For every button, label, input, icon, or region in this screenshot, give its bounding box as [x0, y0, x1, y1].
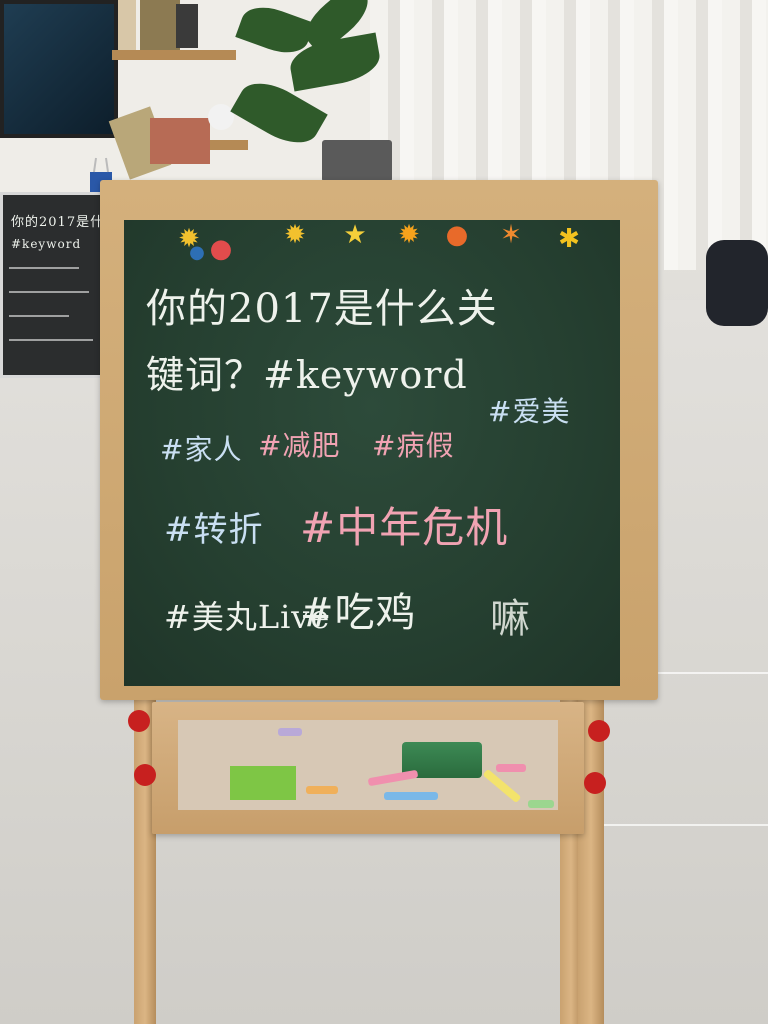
sun-magnet-icon: ✹: [284, 220, 306, 250]
fish-magnet-icon: ●: [189, 242, 205, 263]
chalk-stick: [496, 764, 526, 772]
stool: [706, 240, 768, 326]
tag-zhuanzhe: #转折: [164, 510, 264, 550]
side-board-scribble: [9, 291, 89, 293]
tag-zhongnian: #中年危机: [300, 503, 509, 552]
globe: [208, 104, 234, 130]
plant-pot: [322, 140, 392, 182]
tag-jianfei: #减肥: [258, 429, 341, 462]
chalk-doodle: 嘛: [490, 596, 531, 642]
palm-tree-magnet-icon: ✱: [558, 224, 580, 254]
book: [118, 0, 136, 50]
picture-frame: [140, 0, 180, 50]
wall-tv: [0, 0, 118, 138]
books: [150, 118, 210, 164]
picture-frame: [176, 4, 198, 48]
chalk-stick: [384, 792, 438, 800]
chalkboard: ✹ ● ● ✹ ★ ✹ ● ✶ ✱ 你的2017是什么关 键词？#keyword…: [124, 220, 620, 686]
chalk-box: [230, 766, 296, 800]
star-magnet-icon: ★: [343, 220, 367, 250]
board-question-line2: 键词？#keyword: [146, 353, 468, 397]
side-board-scribble: [9, 267, 79, 269]
chalk-tray: [152, 702, 584, 834]
side-board-scribble: [9, 315, 69, 317]
tag-chiji: #吃鸡: [300, 590, 417, 636]
side-chalkboard: 你的2017是什么关 #keyword: [0, 192, 131, 378]
floor-reflection: [600, 824, 768, 826]
red-clamp: [584, 772, 606, 794]
photo-scene: 你的2017是什么关 #keyword ✹ ● ● ✹ ★ ✹ ● ✶ ✱ 你的…: [0, 0, 768, 1024]
orange-ball-magnet-icon: ●: [445, 220, 469, 250]
tag-jiaren: #家人: [160, 433, 243, 466]
red-clamp: [128, 710, 150, 732]
tag-aimei: #爱美: [488, 395, 571, 428]
chalk-stick: [482, 768, 522, 804]
sun-magnet-icon: ✹: [398, 220, 420, 250]
starfish-magnet-icon: ✶: [500, 220, 522, 250]
tray-inside: [178, 720, 558, 810]
chalk-stick: [306, 786, 338, 794]
chalk-stick: [278, 728, 302, 736]
chalk-stick: [367, 769, 419, 787]
side-board-line2: #keyword: [11, 237, 82, 251]
tag-bingjia: #病假: [372, 429, 455, 462]
board-question-line1: 你的2017是什么关: [146, 286, 498, 332]
red-clamp: [134, 764, 156, 786]
chalk-stick: [528, 800, 554, 808]
wall-shelf: [112, 50, 236, 60]
red-clamp: [588, 720, 610, 742]
easel-frame: ✹ ● ● ✹ ★ ✹ ● ✶ ✱ 你的2017是什么关 键词？#keyword…: [100, 180, 658, 700]
side-board-scribble: [9, 339, 93, 341]
